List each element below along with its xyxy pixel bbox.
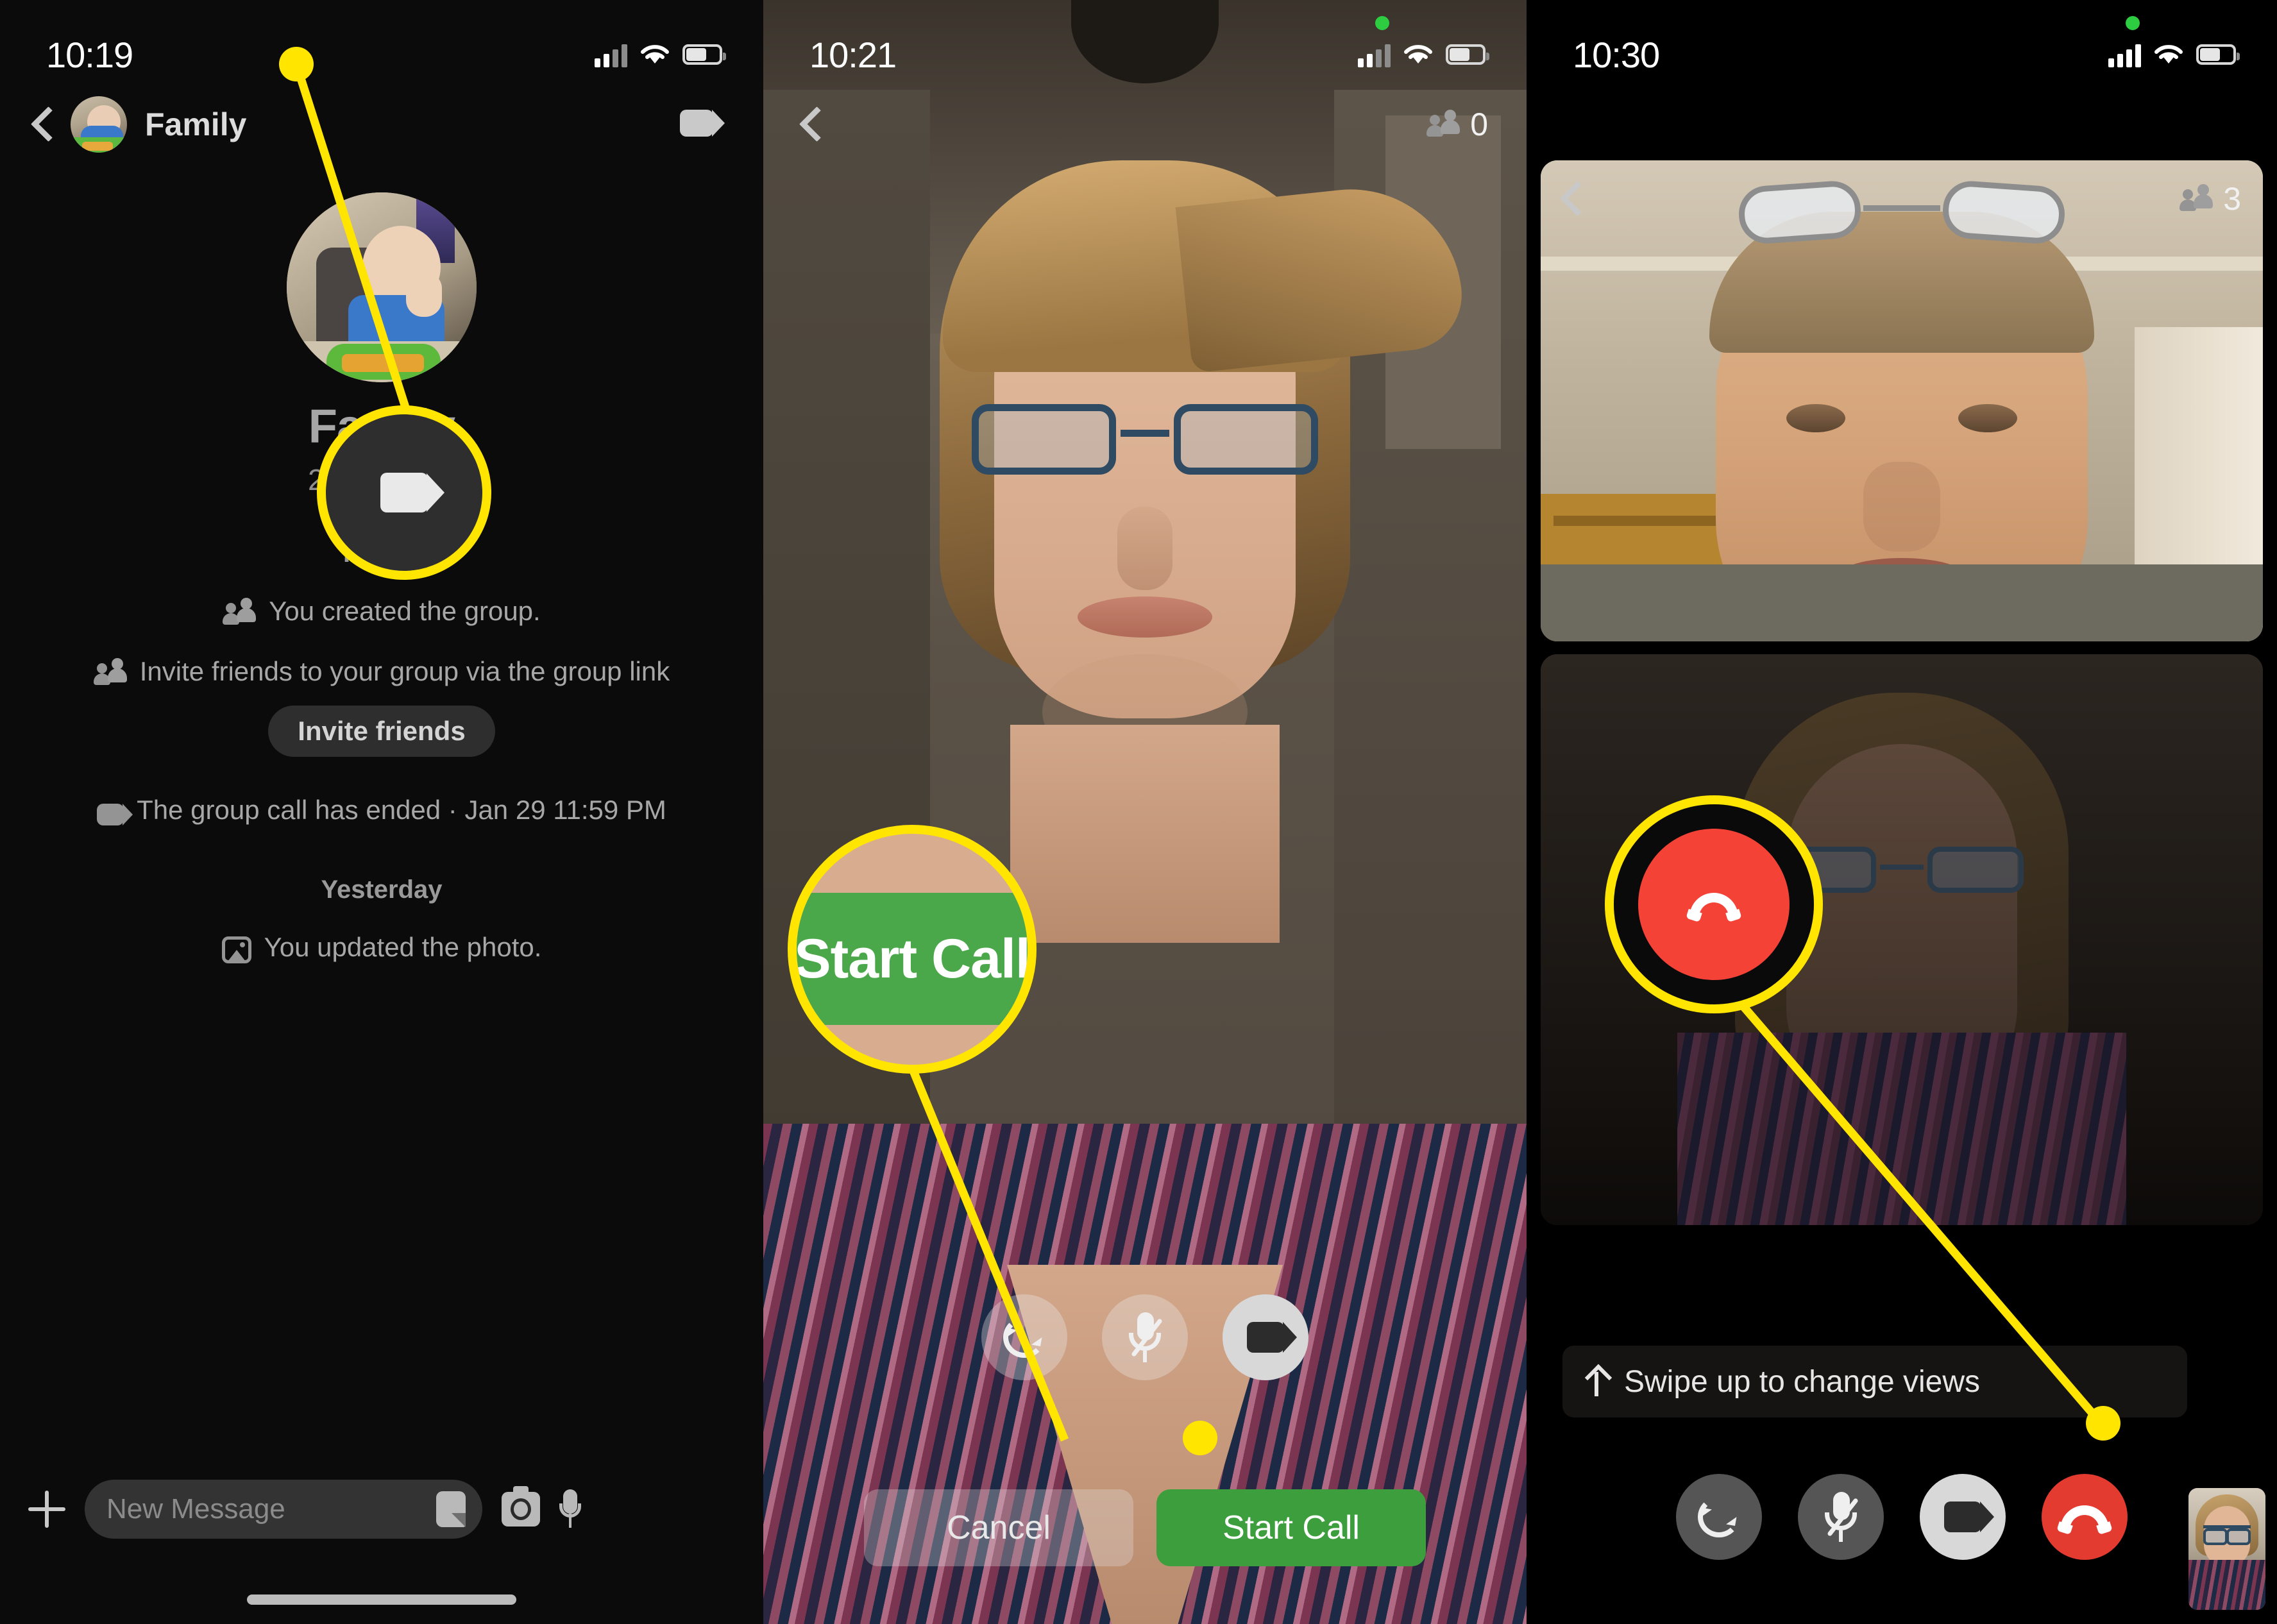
mute-button[interactable] xyxy=(1798,1474,1884,1560)
camera-preview-background xyxy=(763,0,1527,1624)
video-camera-icon xyxy=(1247,1322,1297,1353)
cellular-bars-icon xyxy=(595,42,627,67)
end-call-button[interactable] xyxy=(2042,1474,2128,1560)
message-input[interactable]: New Message xyxy=(106,1493,426,1525)
panel-in-call: 10:30 3 Swipe up to change views xyxy=(1527,0,2277,1624)
green-recording-dot xyxy=(2126,16,2140,30)
callout-anchor-end-call xyxy=(2086,1406,2120,1441)
flip-camera-button[interactable] xyxy=(1676,1474,1762,1560)
battery-icon xyxy=(1446,44,1489,65)
group-avatar[interactable] xyxy=(71,96,127,153)
flip-camera-icon xyxy=(999,1317,1049,1358)
status-bar-indicators xyxy=(2108,16,2240,67)
status-bar-clock: 10:19 xyxy=(46,34,133,75)
chat-scroll-area[interactable]: Family 2 members Friday You created the … xyxy=(0,165,763,1624)
status-bar-panel-2: 10:21 xyxy=(763,0,1527,83)
hangup-icon xyxy=(2056,1490,2113,1544)
wifi-icon xyxy=(2154,45,2183,63)
system-message-text: You created the group. xyxy=(269,596,541,626)
video-camera-icon xyxy=(97,799,133,834)
system-message-call-ended: The group call has ended · Jan 29 11:59 … xyxy=(0,793,763,834)
swipe-up-banner[interactable]: Swipe up to change views xyxy=(1562,1346,2187,1417)
battery-icon xyxy=(2196,44,2240,65)
video-camera-icon[interactable] xyxy=(680,110,726,139)
start-call-button-callout: Start Call xyxy=(788,825,1037,1074)
call-preview-controls xyxy=(763,1294,1527,1380)
status-bar-indicators xyxy=(1358,16,1489,67)
status-bar-indicators xyxy=(595,42,726,67)
sticker-icon[interactable] xyxy=(436,1491,466,1527)
end-call-button-callout xyxy=(1605,795,1823,1013)
swipe-banner-text: Swipe up to change views xyxy=(1624,1364,1980,1399)
cancel-button[interactable]: Cancel xyxy=(864,1489,1133,1566)
video-toggle-button[interactable] xyxy=(1920,1474,2006,1560)
video-call-button-callout xyxy=(317,405,491,580)
chat-header: Family xyxy=(0,83,763,165)
status-bar-clock: 10:30 xyxy=(1573,34,1660,75)
status-bar-panel-1: 10:19 xyxy=(0,0,763,83)
participants-count: 0 xyxy=(1470,106,1488,142)
system-message-text: You updated the photo. xyxy=(264,932,542,963)
flip-camera-icon xyxy=(1694,1496,1744,1537)
in-call-controls xyxy=(1527,1474,2277,1560)
cellular-bars-icon xyxy=(1358,42,1391,67)
up-arrow-icon xyxy=(1586,1367,1607,1396)
people-icon xyxy=(1426,110,1460,137)
chat-title: Family xyxy=(145,106,247,142)
three-panel-tutorial-screenshot: 10:19 Family 2 You created the group. In… xyxy=(0,0,2277,1624)
participants-count: 3 xyxy=(2223,181,2241,217)
people-icon xyxy=(2180,184,2214,211)
video-toggle-button[interactable] xyxy=(1223,1294,1308,1380)
battery-icon xyxy=(682,44,726,65)
call-preview-actions: Cancel Start Call xyxy=(763,1489,1527,1566)
back-chevron-icon[interactable] xyxy=(33,108,53,141)
panel-chat-detail: 10:19 Family 2 You created the group. In… xyxy=(0,0,763,1624)
system-message-invite-friends: Invite friends to your group via the gro… xyxy=(0,654,763,689)
in-call-header: 3 xyxy=(1541,160,2263,237)
message-input-wrapper[interactable]: New Message xyxy=(85,1480,482,1539)
cellular-bars-icon xyxy=(2108,42,2141,67)
green-recording-dot xyxy=(1375,16,1389,30)
microphone-icon[interactable] xyxy=(559,1489,581,1529)
back-chevron-icon[interactable] xyxy=(802,108,821,141)
status-bar-clock: 10:21 xyxy=(809,34,897,75)
video-camera-icon xyxy=(380,473,444,512)
flip-camera-button[interactable] xyxy=(981,1294,1067,1380)
callout-anchor-start-call xyxy=(1183,1421,1217,1455)
add-attachment-button[interactable] xyxy=(28,1491,65,1528)
camera-icon[interactable] xyxy=(502,1486,540,1527)
photo-icon xyxy=(221,936,251,964)
people-icon xyxy=(93,657,127,685)
system-message-text: The group call has ended · Jan 29 11:59 … xyxy=(137,794,666,825)
wifi-icon xyxy=(641,45,669,63)
microphone-off-icon xyxy=(1128,1311,1163,1364)
call-preview-header: 0 xyxy=(763,83,1527,165)
panel-call-preview: 10:21 0 Cancel Start Call xyxy=(763,0,1527,1624)
group-hero-avatar[interactable] xyxy=(287,192,477,382)
people-icon xyxy=(223,598,257,625)
start-call-button[interactable]: Start Call xyxy=(1156,1489,1426,1566)
participants-indicator[interactable]: 0 xyxy=(1426,106,1488,143)
microphone-off-icon xyxy=(1824,1491,1859,1543)
participants-indicator[interactable]: 3 xyxy=(2180,180,2241,217)
system-message-updated-photo: You updated the photo. xyxy=(0,930,763,965)
system-message-created-group: You created the group. xyxy=(0,594,763,629)
invite-friends-row: Invite friends xyxy=(0,689,763,757)
start-call-callout-label: Start Call xyxy=(794,927,1030,990)
system-message-text: Invite friends to your group via the gro… xyxy=(139,656,670,686)
status-bar-panel-3: 10:30 xyxy=(1527,0,2277,83)
callout-anchor-video-button xyxy=(279,47,314,81)
hangup-icon xyxy=(1686,877,1742,931)
video-camera-icon xyxy=(1944,1501,1994,1532)
invite-friends-button[interactable]: Invite friends xyxy=(268,705,495,757)
back-chevron-icon[interactable] xyxy=(1562,182,1582,216)
home-indicator xyxy=(247,1594,516,1605)
day-separator-yesterday: Yesterday xyxy=(321,875,443,904)
wifi-icon xyxy=(1404,45,1432,63)
mute-button[interactable] xyxy=(1102,1294,1188,1380)
message-composer: New Message xyxy=(0,1461,763,1557)
